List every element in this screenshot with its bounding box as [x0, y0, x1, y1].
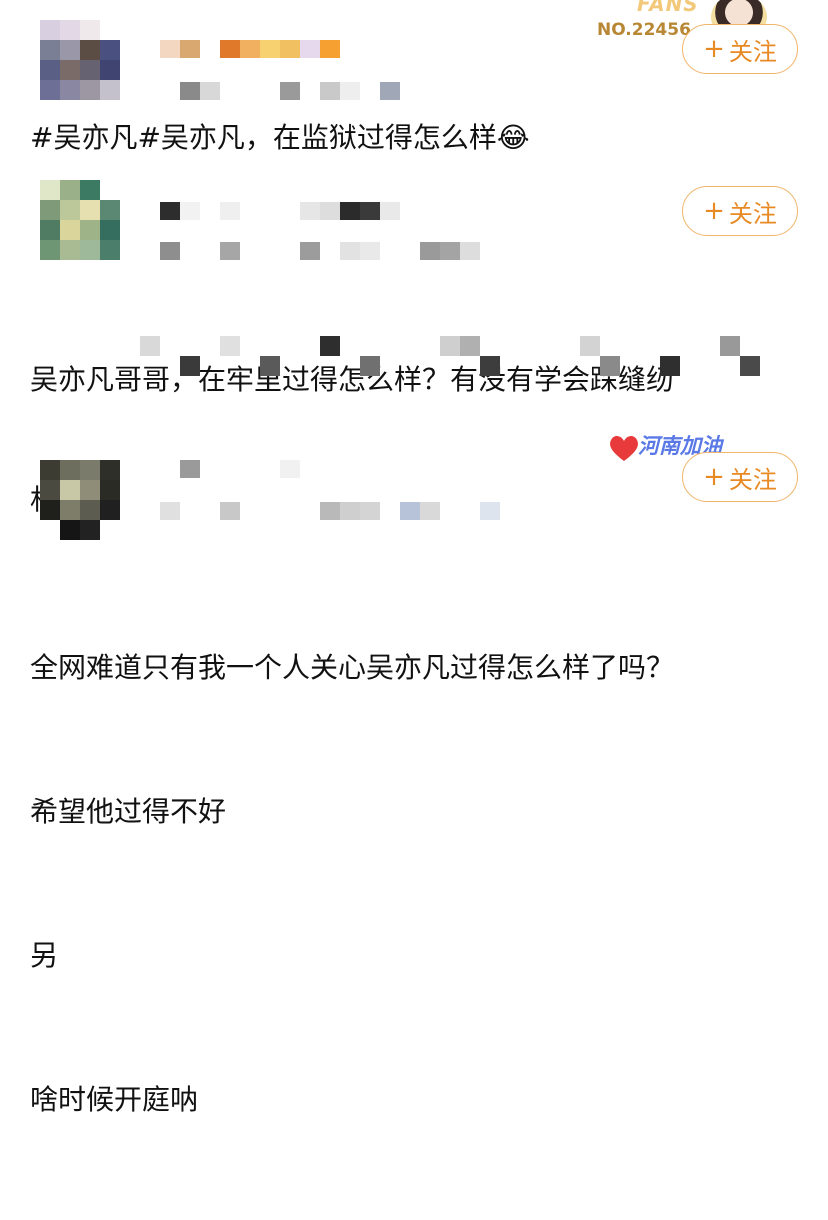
avatar[interactable]: [40, 180, 120, 260]
post-content-line: #吴亦凡#吴亦凡，在监狱过得怎么样😂: [30, 121, 530, 154]
meta-redacted: [160, 82, 420, 100]
follow-button-label: 关注: [728, 37, 777, 66]
follow-button-label: 关注: [728, 465, 777, 494]
meta-redacted: [160, 242, 480, 260]
follow-button-label: 关注: [728, 199, 777, 228]
post-content: #吴亦凡#吴亦凡，在监狱过得怎么样😂: [30, 118, 530, 158]
post-content-line: 希望他过得不好: [30, 795, 227, 828]
plus-icon: +: [703, 34, 725, 64]
post-3: + 关注 全网难道只有我一个人关心吴亦凡过得怎么样了吗？ 希望他过得不好 另 啥时…: [0, 440, 828, 1116]
username-redacted[interactable]: [160, 460, 360, 478]
post-content-line: 另: [30, 939, 59, 972]
post-1: + 关注 #吴亦凡#吴亦凡，在监狱过得怎么样😂: [0, 0, 828, 170]
meta-redacted: [160, 502, 520, 520]
plus-icon: +: [703, 462, 725, 492]
username-redacted[interactable]: [160, 202, 400, 220]
avatar[interactable]: [40, 20, 120, 100]
follow-button[interactable]: + 关注: [682, 24, 798, 74]
plus-icon: +: [703, 196, 725, 226]
follow-button[interactable]: + 关注: [682, 452, 798, 502]
username-redacted[interactable]: [160, 40, 350, 58]
post-content-line: 全网难道只有我一个人关心吴亦凡过得怎么样了吗？: [30, 651, 675, 684]
post-2: +关注 吴亦凡哥哥，在牢里过得怎么样？有没有学会踩缝纫 机？🥺: [0, 170, 828, 516]
redacted-strip: [140, 336, 760, 376]
follow-button[interactable]: + 关注: [682, 186, 798, 236]
avatar[interactable]: [40, 460, 120, 540]
post-content-line: 啥时候开庭呐: [30, 1083, 199, 1116]
post-content: 全网难道只有我一个人关心吴亦凡过得怎么样了吗？ 希望他过得不好 另 啥时候开庭呐: [30, 548, 674, 1220]
